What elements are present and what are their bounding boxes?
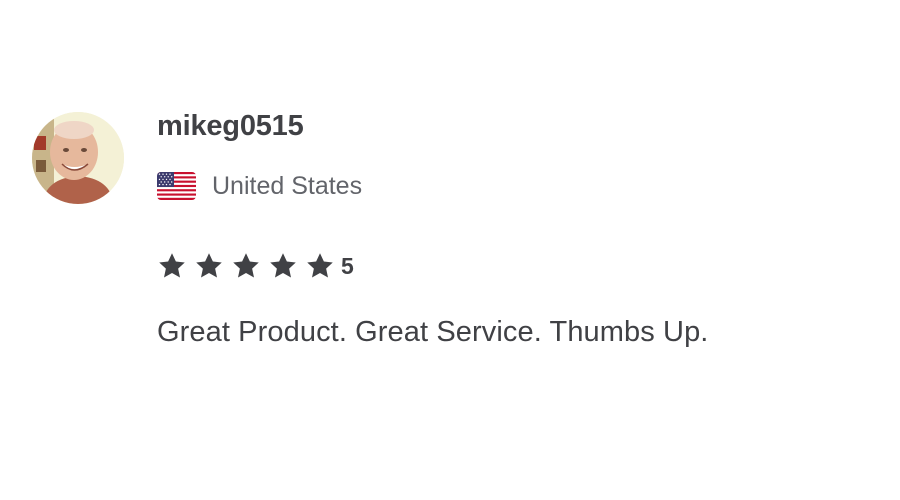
us-flag-icon	[157, 172, 196, 200]
avatar-photo	[32, 112, 124, 204]
rating-row: 5	[157, 250, 354, 282]
review-card: mikeg0515 United States 5 Great Product.…	[0, 0, 900, 500]
star-icon	[270, 253, 296, 278]
star-icon	[159, 253, 185, 278]
avatar[interactable]	[32, 112, 124, 204]
rating-value: 5	[341, 252, 354, 279]
username[interactable]: mikeg0515	[157, 110, 304, 143]
country-name: United States	[212, 171, 363, 200]
star-icon	[233, 253, 259, 278]
star-icon	[196, 253, 222, 278]
country-row: United States	[157, 171, 362, 201]
review-text: Great Product. Great Service. Thumbs Up.	[157, 316, 709, 348]
star-icon	[307, 253, 333, 278]
